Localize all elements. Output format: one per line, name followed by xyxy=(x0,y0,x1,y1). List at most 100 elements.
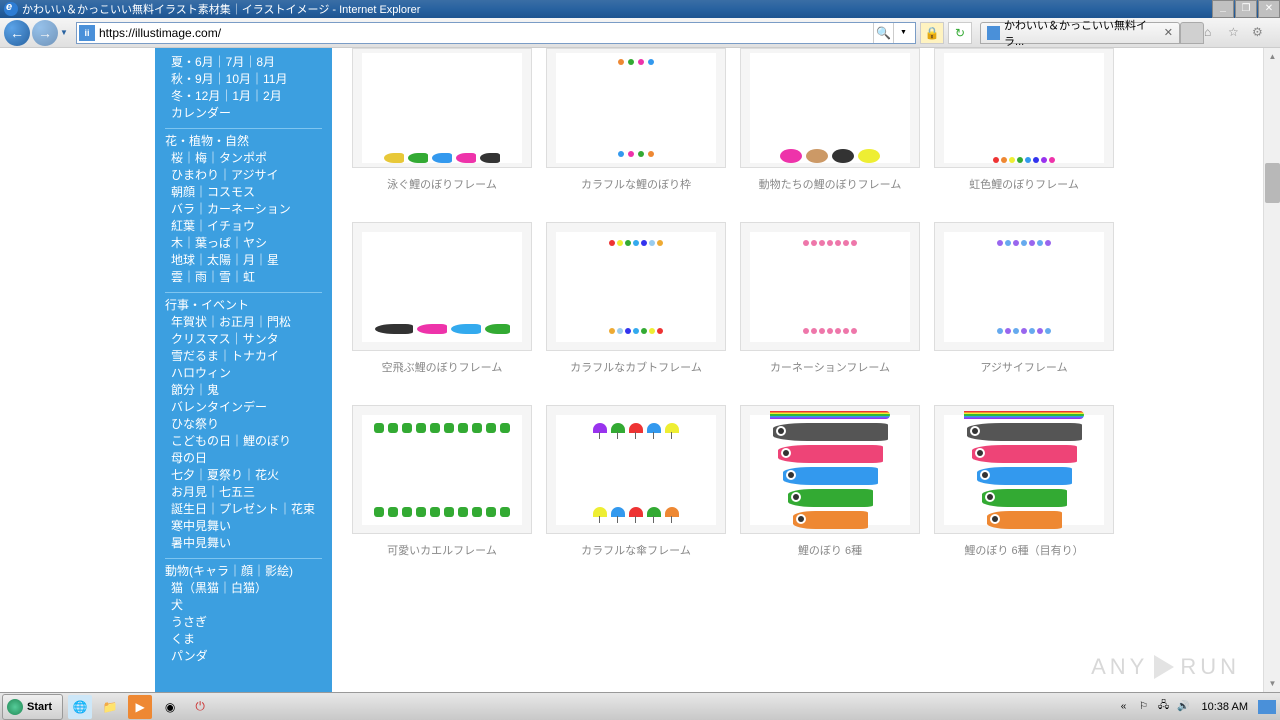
thumbnail xyxy=(740,405,920,534)
forward-button[interactable]: → xyxy=(32,20,58,46)
caption: 鯉のぼり 6種（目有り） xyxy=(934,534,1114,574)
caption: 可愛いカエルフレーム xyxy=(352,534,532,574)
thumbnail xyxy=(546,48,726,168)
scroll-down-button[interactable]: ▼ xyxy=(1264,675,1280,692)
animal-link[interactable]: パンダ xyxy=(171,649,208,663)
thumbnail xyxy=(546,222,726,351)
illustration-card[interactable]: カラフルな傘フレーム xyxy=(546,405,726,574)
animal-link[interactable]: くま xyxy=(171,632,195,646)
caption: 鯉のぼり 6種 xyxy=(740,534,920,574)
tools-icon[interactable]: ⚙ xyxy=(1252,25,1268,41)
maximize-button[interactable]: ❐ xyxy=(1235,0,1257,18)
event-link[interactable]: クリスマス｜サンタ xyxy=(171,332,279,346)
section-event-title: 行事・イベント xyxy=(165,292,322,314)
nature-link[interactable]: 木｜葉っぱ｜ヤシ xyxy=(171,236,267,250)
scroll-thumb[interactable] xyxy=(1265,163,1280,203)
page-content: 夏・6月｜7月｜8月 秋・9月｜10月｜11月 冬・12月｜1月｜2月 カレンダ… xyxy=(0,48,1280,692)
animal-link[interactable]: 猫（黒猫｜白猫） xyxy=(171,581,267,595)
event-link[interactable]: お月見｜七五三 xyxy=(171,485,255,499)
thumbnail xyxy=(740,48,920,168)
taskbar: Start 🌐 📁 ▶ ◉ ⏻ « ⚐ 🖧 🔊 10:38 AM xyxy=(0,692,1280,720)
search-icon[interactable]: 🔍 xyxy=(873,23,893,43)
tray-flag-icon[interactable]: ⚐ xyxy=(1136,699,1152,715)
thumbnail xyxy=(352,222,532,351)
section-nature-links: 桜｜梅｜タンポポ ひまわり｜アジサイ 朝顔｜コスモス バラ｜カーネーション 紅葉… xyxy=(171,150,322,286)
event-link[interactable]: バレンタインデー xyxy=(171,400,267,414)
nature-link[interactable]: 地球｜太陽｜月｜星 xyxy=(171,253,279,267)
illustration-card[interactable]: 鯉のぼり 6種 xyxy=(740,405,920,574)
clock[interactable]: 10:38 AM xyxy=(1196,701,1254,713)
new-tab-button[interactable] xyxy=(1180,22,1204,44)
illustration-card[interactable]: アジサイフレーム xyxy=(934,222,1114,391)
toolbar-icons: ⌂ ☆ ⚙ xyxy=(1204,25,1276,41)
nature-link[interactable]: 桜｜梅｜タンポポ xyxy=(171,151,267,165)
thumbnail xyxy=(740,222,920,351)
nature-link[interactable]: ひまわり｜アジサイ xyxy=(171,168,279,182)
illustration-card[interactable]: 空飛ぶ鯉のぼりフレーム xyxy=(352,222,532,391)
taskbar-media-icon[interactable]: ▶ xyxy=(128,695,152,719)
illustration-card[interactable]: 動物たちの鯉のぼりフレーム xyxy=(740,48,920,208)
taskbar-app-icon[interactable]: ⏻ xyxy=(188,695,212,719)
event-link[interactable]: ハロウィン xyxy=(171,366,231,380)
tab-bar: かわいい＆かっこいい無料イラ... ✕ xyxy=(980,22,1204,44)
refresh-button[interactable]: ↻ xyxy=(948,22,972,44)
tab-title: かわいい＆かっこいい無料イラ... xyxy=(1004,17,1156,49)
nav-history-dropdown[interactable]: ▼ xyxy=(60,28,72,37)
tab-close-icon[interactable]: ✕ xyxy=(1164,26,1173,39)
illustration-card[interactable]: 鯉のぼり 6種（目有り） xyxy=(934,405,1114,574)
animal-link[interactable]: 犬 xyxy=(171,598,183,612)
back-button[interactable]: ← xyxy=(4,20,30,46)
favorites-icon[interactable]: ☆ xyxy=(1228,25,1244,41)
caption: 虹色鯉のぼりフレーム xyxy=(934,168,1114,208)
tray-desktop-icon[interactable] xyxy=(1258,700,1276,714)
caption: 泳ぐ鯉のぼりフレーム xyxy=(352,168,532,208)
caption: カラフルな鯉のぼり枠 xyxy=(546,168,726,208)
security-lock-button[interactable]: 🔒 xyxy=(920,22,944,44)
close-button[interactable]: ✕ xyxy=(1258,0,1280,18)
link-winter[interactable]: 冬・12月｜1月｜2月 xyxy=(171,89,282,103)
event-link[interactable]: 暑中見舞い xyxy=(171,536,231,550)
illustration-card[interactable]: カラフルな鯉のぼり枠 xyxy=(546,48,726,208)
event-link[interactable]: 節分｜鬼 xyxy=(171,383,219,397)
nature-link[interactable]: 雲｜雨｜雪｜虹 xyxy=(171,270,255,284)
illustration-card[interactable]: カーネーションフレーム xyxy=(740,222,920,391)
taskbar-explorer-icon[interactable]: 📁 xyxy=(98,695,122,719)
taskbar-ie-icon[interactable]: 🌐 xyxy=(68,695,92,719)
event-link[interactable]: ひな祭り xyxy=(171,417,219,431)
illustration-card[interactable]: カラフルなカブトフレーム xyxy=(546,222,726,391)
nature-link[interactable]: バラ｜カーネーション xyxy=(171,202,291,216)
scroll-up-button[interactable]: ▲ xyxy=(1264,48,1280,65)
illustration-card[interactable]: 可愛いカエルフレーム xyxy=(352,405,532,574)
thumbnail xyxy=(546,405,726,534)
animal-link[interactable]: うさぎ xyxy=(171,615,207,629)
address-bar[interactable]: ii https://illustimage.com/ 🔍 ▼ xyxy=(76,22,916,44)
caption: 動物たちの鯉のぼりフレーム xyxy=(740,168,920,208)
start-orb-icon xyxy=(7,699,23,715)
event-link[interactable]: 七夕｜夏祭り｜花火 xyxy=(171,468,279,482)
event-link[interactable]: こどもの日｜鯉のぼり xyxy=(171,434,291,448)
caption: アジサイフレーム xyxy=(934,351,1114,391)
event-link[interactable]: 誕生日｜プレゼント｜花束 xyxy=(171,502,315,516)
category-menu: 夏・6月｜7月｜8月 秋・9月｜10月｜11月 冬・12月｜1月｜2月 カレンダ… xyxy=(155,48,332,692)
browser-tab[interactable]: かわいい＆かっこいい無料イラ... ✕ xyxy=(980,22,1180,44)
illustration-card[interactable]: 泳ぐ鯉のぼりフレーム xyxy=(352,48,532,208)
event-link[interactable]: 寒中見舞い xyxy=(171,519,231,533)
home-icon[interactable]: ⌂ xyxy=(1204,25,1220,41)
event-link[interactable]: 母の日 xyxy=(171,451,207,465)
link-calendar[interactable]: カレンダー xyxy=(171,106,231,120)
minimize-button[interactable]: _ xyxy=(1212,0,1234,18)
tray-volume-icon[interactable]: 🔊 xyxy=(1176,699,1192,715)
search-dropdown-icon[interactable]: ▼ xyxy=(893,23,913,43)
taskbar-chrome-icon[interactable]: ◉ xyxy=(158,695,182,719)
tray-expand-icon[interactable]: « xyxy=(1116,699,1132,715)
link-summer[interactable]: 夏・6月｜7月｜8月 xyxy=(171,55,275,69)
event-link[interactable]: 雪だるま｜トナカイ xyxy=(171,349,279,363)
start-button[interactable]: Start xyxy=(2,694,63,720)
link-autumn[interactable]: 秋・9月｜10月｜11月 xyxy=(171,72,287,86)
illustration-card[interactable]: 虹色鯉のぼりフレーム xyxy=(934,48,1114,208)
vertical-scrollbar[interactable]: ▲ ▼ xyxy=(1263,48,1280,692)
tray-network-icon[interactable]: 🖧 xyxy=(1156,699,1172,715)
nature-link[interactable]: 紅葉｜イチョウ xyxy=(171,219,255,233)
event-link[interactable]: 年賀状｜お正月｜門松 xyxy=(171,315,291,329)
nature-link[interactable]: 朝顔｜コスモス xyxy=(171,185,255,199)
